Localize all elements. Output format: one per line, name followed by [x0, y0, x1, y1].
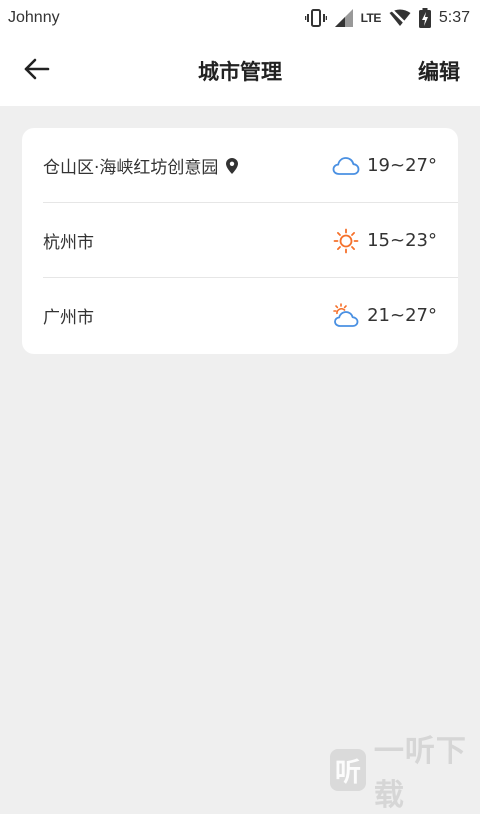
city-name: 广州市 — [43, 303, 94, 328]
status-icons: LTE 5:37 — [305, 8, 470, 28]
back-button[interactable] — [22, 58, 52, 84]
watermark-text: 一听下载 — [374, 726, 480, 814]
city-list: 仓山区·海峡红坊创意园 19~27° 杭州市 15~23° — [22, 128, 458, 354]
network-type: LTE — [361, 11, 381, 25]
status-bar: Johnny LTE 5:37 — [0, 0, 480, 36]
edit-button[interactable]: 编辑 — [418, 56, 460, 86]
carrier-name: Johnny — [8, 9, 60, 27]
signal-icon — [335, 9, 353, 27]
city-row-current[interactable]: 仓山区·海峡红坊创意园 19~27° — [22, 128, 458, 203]
temperature-range: 21~27° — [367, 305, 437, 326]
city-row[interactable]: 杭州市 15~23° — [22, 203, 458, 278]
city-name: 杭州市 — [43, 228, 94, 253]
clock: 5:37 — [439, 9, 470, 27]
sunny-icon — [332, 227, 360, 255]
app-bar: 城市管理 编辑 — [0, 36, 480, 106]
location-pin-icon — [224, 156, 240, 176]
cloudy-icon — [332, 152, 360, 180]
battery-charging-icon — [419, 8, 431, 28]
temperature-range: 15~23° — [367, 230, 437, 251]
temperature-range: 19~27° — [367, 155, 437, 176]
wifi-off-icon — [389, 9, 411, 27]
watermark-logo: 听 — [330, 749, 366, 791]
page-title: 城市管理 — [198, 56, 282, 86]
partly-cloudy-icon — [332, 302, 360, 330]
arrow-left-icon — [24, 58, 50, 84]
watermark: 听 一听下载 — [320, 740, 480, 800]
city-row[interactable]: 广州市 21~27° — [22, 278, 458, 353]
city-name: 仓山区·海峡红坊创意园 — [43, 153, 218, 178]
vibrate-icon — [305, 8, 327, 28]
